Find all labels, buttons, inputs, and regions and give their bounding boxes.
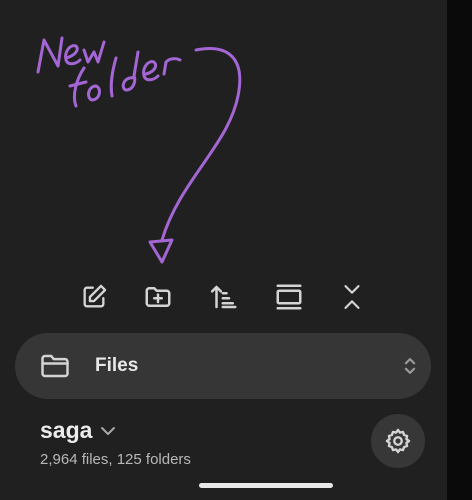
- files-dropdown[interactable]: Files: [15, 333, 431, 399]
- screen-edge: [447, 0, 472, 500]
- vault-stats: 2,964 files, 125 folders: [40, 451, 191, 468]
- handwritten-word-new: [36, 36, 106, 74]
- files-label: Files: [95, 355, 139, 376]
- home-indicator[interactable]: [199, 483, 333, 488]
- collapse-view-icon: [276, 284, 302, 310]
- new-note-icon: [83, 284, 107, 308]
- chevron-down-icon: [101, 427, 116, 435]
- collapse-all-button[interactable]: [335, 280, 369, 314]
- handwritten-annotation: [36, 36, 242, 264]
- handwritten-word-folder: [68, 50, 182, 108]
- gear-icon: [385, 428, 411, 454]
- folder-icon: [41, 354, 69, 378]
- new-note-button[interactable]: [77, 280, 111, 314]
- file-explorer-toolbar: [62, 280, 382, 314]
- arrow-line: [160, 47, 242, 242]
- settings-button[interactable]: [371, 414, 425, 468]
- app-screen: Files saga 2,964 files, 125 folders: [0, 0, 472, 500]
- sort-icon: [210, 285, 237, 309]
- arrow-head: [148, 238, 174, 264]
- collapse-view-button[interactable]: [272, 280, 306, 314]
- chevron-up-down-icon: [404, 358, 416, 374]
- collapse-all-icon: [344, 285, 360, 309]
- vault-name: saga: [40, 417, 93, 443]
- sort-button[interactable]: [207, 280, 241, 314]
- new-folder-icon: [145, 287, 171, 307]
- vault-selector[interactable]: saga: [40, 415, 116, 445]
- new-folder-button[interactable]: [141, 280, 175, 314]
